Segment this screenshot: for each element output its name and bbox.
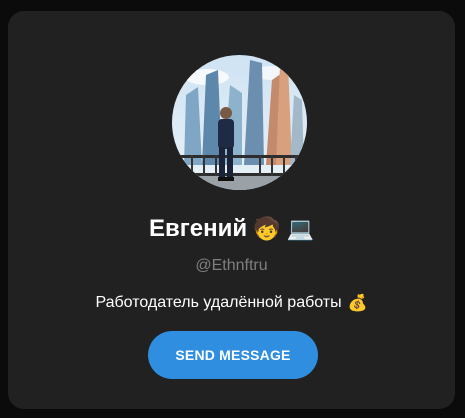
avatar-photo [172,55,307,190]
laptop-emoji-icon: 💻 [286,216,314,241]
profile-username[interactable]: @Ethnftru [8,257,455,275]
avatar[interactable] [172,55,307,190]
name-row: Евгений 🧒 💻 [8,211,455,247]
bio-text: Работодатель удалённой работы [95,294,342,311]
profile-card: Евгений 🧒 💻 @Ethnftru Работодатель удалё… [8,11,455,409]
money-bag-emoji-icon: 💰 [347,295,368,312]
send-message-button[interactable]: SEND MESSAGE [148,331,318,379]
profile-name: Евгений [149,215,248,242]
child-emoji-icon: 🧒 [253,216,281,241]
profile-bio: Работодатель удалённой работы 💰 [8,293,455,313]
